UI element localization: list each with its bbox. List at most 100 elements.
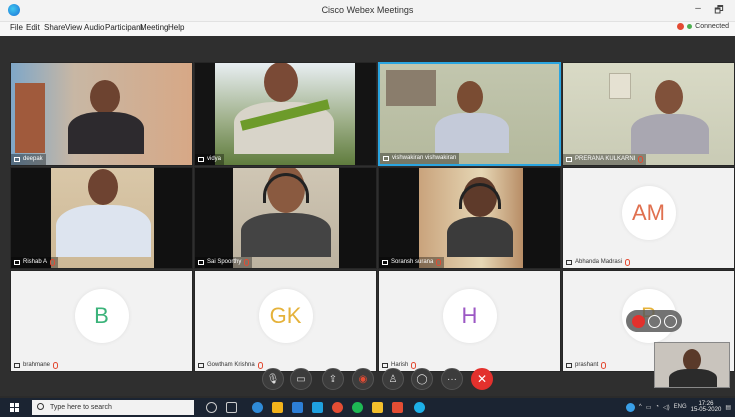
participant-name-tag: Abhanda Madrasi: [563, 257, 633, 268]
wifi-icon[interactable]: ◔: [655, 404, 659, 410]
menu-bar: File Edit Share View Audio Participant M…: [0, 22, 735, 36]
video-icon: [383, 156, 389, 161]
participant-name-tag: deepak: [11, 154, 46, 165]
participant-name-tag: Soransh surana: [379, 257, 445, 268]
leave-button[interactable]: ✕: [471, 368, 493, 390]
system-tray: ^ ▭ ◔ ◁) ENG 17:26 15-05-2020 ▤: [625, 401, 731, 413]
file-explorer-icon[interactable]: [272, 402, 283, 413]
avatar-initials: GK: [258, 289, 313, 343]
more-button[interactable]: ···: [441, 368, 463, 390]
video-icon: [198, 157, 204, 162]
menu-help[interactable]: Help: [168, 23, 184, 32]
connection-status: Connected: [677, 23, 729, 30]
bookshelf: [386, 70, 436, 106]
microphone-icon: 🎙: [266, 373, 280, 385]
video-icon: [566, 157, 572, 162]
camera-toggle-icon[interactable]: [647, 314, 661, 328]
battery-icon[interactable]: ▭: [646, 404, 652, 411]
app-icon-2[interactable]: [392, 402, 403, 413]
mute-button[interactable]: 🎙: [262, 368, 284, 390]
mute-toggle-icon[interactable]: [631, 314, 645, 328]
participant-video: [631, 80, 709, 154]
task-view-icon[interactable]: [226, 402, 237, 413]
more-icon: ···: [447, 373, 457, 385]
webex-taskbar-icon[interactable]: [414, 402, 425, 413]
mail-icon[interactable]: [312, 402, 323, 413]
avatar-tile[interactable]: B brahmane: [10, 270, 193, 372]
video-icon: [566, 260, 572, 265]
taskbar-search-input[interactable]: Type here to search: [32, 400, 194, 415]
participant-video: [447, 177, 513, 257]
participant-video: [66, 74, 146, 154]
volume-icon[interactable]: ◁): [663, 404, 670, 411]
muted-icon: [244, 259, 250, 266]
participant-name-tag: vidya: [195, 154, 225, 165]
participants-button[interactable]: ♙: [382, 368, 404, 390]
floating-controls: [626, 310, 682, 332]
chat-button[interactable]: ◯: [411, 368, 433, 390]
menu-edit[interactable]: Edit: [26, 23, 40, 32]
video-tile[interactable]: vidya: [194, 62, 377, 166]
muted-icon: [638, 156, 644, 163]
title-bar: Cisco Webex Meetings – 🗗: [0, 0, 735, 22]
person-icon: ♙: [388, 373, 398, 385]
video-icon: [382, 260, 388, 265]
video-tile[interactable]: deepak: [10, 62, 193, 166]
camera-icon: ▭: [296, 373, 306, 385]
window-title: Cisco Webex Meetings: [321, 5, 414, 15]
video-icon: [14, 260, 20, 265]
language-indicator[interactable]: ENG: [674, 404, 687, 410]
app-icon[interactable]: [372, 402, 383, 413]
avatar-tile[interactable]: H Harish: [378, 270, 561, 372]
cortana-icon[interactable]: [206, 402, 217, 413]
chrome-icon[interactable]: [332, 402, 343, 413]
webex-window: Cisco Webex Meetings – 🗗 File Edit Share…: [0, 0, 735, 417]
menu-meeting[interactable]: Meeting: [140, 23, 168, 32]
video-button[interactable]: ▭: [290, 368, 312, 390]
video-tile[interactable]: Rishab A: [10, 167, 193, 269]
edge-icon[interactable]: [252, 402, 263, 413]
record-button[interactable]: ◉: [352, 368, 374, 390]
windows-start-icon[interactable]: [10, 403, 19, 412]
webex-tray-icon[interactable]: [625, 402, 635, 412]
search-icon: [37, 403, 44, 410]
participant-video: [435, 81, 510, 153]
muted-icon: [625, 259, 631, 266]
participant-name-tag: vishwakiran vishwakiran: [380, 153, 460, 164]
video-icon: [198, 260, 204, 265]
avatar-tile[interactable]: AM Abhanda Madrasi: [562, 167, 735, 269]
muted-icon: [50, 259, 56, 266]
avatar-initials: AM: [621, 186, 676, 240]
participant-name-tag: PRERANA KULKARNI: [563, 154, 647, 165]
store-icon[interactable]: [292, 402, 303, 413]
avatar-initials: B: [74, 289, 129, 343]
share-button[interactable]: ⇪: [322, 368, 344, 390]
menu-audio[interactable]: Audio: [84, 23, 104, 32]
video-tile[interactable]: Sai Spoorthy: [194, 167, 377, 269]
menu-share[interactable]: Share: [44, 23, 65, 32]
participant-video: [56, 169, 151, 257]
video-tile-active-speaker[interactable]: vishwakiran vishwakiran: [378, 62, 561, 166]
menu-participant[interactable]: Participant: [105, 23, 143, 32]
menu-file[interactable]: File: [10, 23, 23, 32]
record-icon: ◉: [358, 373, 368, 385]
minimize-button[interactable]: –: [690, 3, 706, 14]
video-tile[interactable]: Soransh surana: [378, 167, 561, 269]
participant-name-tag: Rishab A: [11, 257, 59, 268]
muted-icon: [436, 259, 442, 266]
notification-icon[interactable]: ▤: [725, 404, 731, 411]
connection-label: Connected: [695, 23, 729, 30]
participant-name-tag: Sai Spoorthy: [195, 257, 253, 268]
video-tile[interactable]: PRERANA KULKARNI: [562, 62, 735, 166]
avatar-initials: H: [442, 289, 497, 343]
clock[interactable]: 17:26 15-05-2020: [691, 401, 722, 413]
expand-icon[interactable]: [663, 314, 677, 328]
participant-video: [237, 168, 335, 257]
avatar-tile[interactable]: GK Gowtham Krishna: [194, 270, 377, 372]
restore-button[interactable]: 🗗: [711, 3, 727, 20]
video-icon: [14, 157, 20, 162]
meeting-area: deepak vidya vishwakiran vishwakiran PRE…: [0, 36, 735, 396]
chevron-up-icon[interactable]: ^: [639, 404, 642, 410]
menu-view[interactable]: View: [65, 23, 82, 32]
spotify-icon[interactable]: [352, 402, 363, 413]
